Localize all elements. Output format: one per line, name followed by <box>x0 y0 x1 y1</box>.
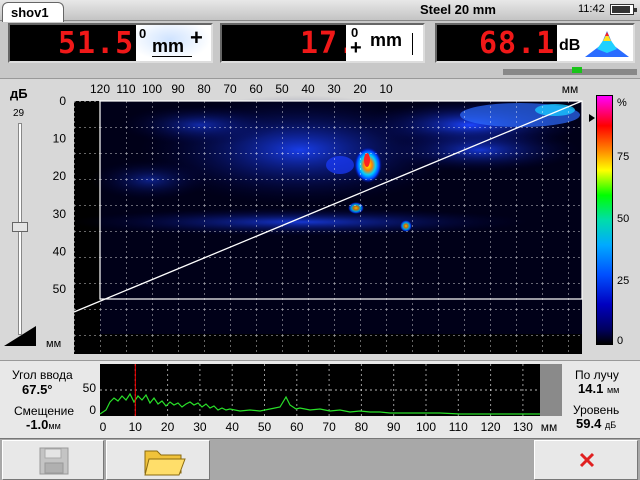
a-scan-x-labels: 0 10 20 30 40 50 60 70 80 90 100 110 120 130 мм <box>100 420 558 434</box>
close-button[interactable] <box>534 440 638 480</box>
scan-x-tick: 40 <box>301 82 315 96</box>
amplitude-peak-icon <box>585 31 629 57</box>
a-scan-x-tick: 0 <box>100 420 107 434</box>
a-scan-x-tick: 40 <box>226 420 240 434</box>
gain-marker <box>571 67 582 73</box>
gain-track <box>503 69 637 75</box>
readout-x[interactable]: 51.5 0 mm + <box>8 23 213 63</box>
scale-label-75: 75 <box>617 151 630 163</box>
battery-fill <box>612 6 630 13</box>
scan-y-tick: 40 <box>53 244 67 258</box>
scale-pointer <box>589 114 595 122</box>
a-scan-x-tick: 130 <box>513 420 533 434</box>
save-icon <box>39 447 69 475</box>
close-icon <box>579 452 595 468</box>
a-scan-x-tick: 30 <box>193 420 207 434</box>
b-scan-view[interactable]: 120 110 100 90 80 70 60 50 40 30 20 10 мм 0 10 20 30 40 5… <box>0 78 590 360</box>
x-icon-unit: mm <box>152 36 185 56</box>
a-scan-x-unit: мм <box>541 420 558 434</box>
scan-x-tick: 90 <box>171 82 185 96</box>
a-scan-x-tick: 100 <box>416 420 436 434</box>
beam-number: 14.1 <box>578 381 604 396</box>
a-scan-view[interactable]: 50 0 0 10 20 30 40 50 60 70 80 90 100 110 120 130 мм <box>70 360 570 438</box>
tab-shov1[interactable]: shov1 <box>2 2 64 22</box>
scan-x-tick: 110 <box>116 82 135 96</box>
beam-value: 14.1 мм <box>578 381 619 396</box>
beam-unit: мм <box>606 385 620 395</box>
scale-label-percent: % <box>617 97 627 109</box>
a-scan-x-tick: 50 <box>258 420 272 434</box>
scan-x-tick: 20 <box>353 82 367 96</box>
angle-label: Угол ввода <box>12 368 73 382</box>
depth-icon-unit: mm <box>370 30 403 50</box>
folder-icon <box>144 450 186 476</box>
depth-icon-sign: + <box>350 37 362 59</box>
scan-y-tick: 30 <box>53 207 67 221</box>
readout-depth[interactable]: 17.2 0 + mm <box>220 23 425 63</box>
scan-y-tick: 10 <box>53 132 67 146</box>
y-tick-labels: 0 10 20 30 40 50 <box>53 94 67 296</box>
a-scan-out-of-range <box>540 364 562 416</box>
x-distance-icon: 0 mm + <box>136 25 211 61</box>
angle-value: 67.5° <box>22 382 53 397</box>
scan-x-tick: 80 <box>197 82 211 96</box>
x-icon-arrow <box>152 56 192 57</box>
a-scan-x-tick: 90 <box>387 420 401 434</box>
x-tick-labels: 120 110 100 90 80 70 60 50 40 30 20 10 мм <box>90 82 578 96</box>
scale-label-0: 0 <box>617 335 624 347</box>
a-scan-y-0: 0 <box>89 403 96 417</box>
level-unit: дБ <box>604 420 617 430</box>
scan-x-tick: 100 <box>142 82 162 96</box>
level-label: Уровень <box>573 403 620 417</box>
a-scan-x-tick: 120 <box>481 420 501 434</box>
scan-x-unit: мм <box>562 82 579 96</box>
scan-y-tick: 20 <box>53 169 67 183</box>
window-title: Steel 20 mm <box>420 2 496 17</box>
readout-amplitude[interactable]: 68.1 dB <box>435 23 635 63</box>
scale-label-25: 25 <box>617 275 630 287</box>
amplitude-color-scale <box>596 95 613 345</box>
x-icon-sign: + <box>190 25 203 50</box>
scan-x-tick: 70 <box>223 82 237 96</box>
save-button[interactable] <box>2 440 104 480</box>
a-scan-x-tick: 10 <box>129 420 143 434</box>
beam-label: По лучу <box>575 368 619 382</box>
a-scan-x-tick: 80 <box>355 420 369 434</box>
open-button[interactable] <box>106 440 210 480</box>
x-icon-zero: 0 <box>139 26 147 41</box>
scan-x-tick: 60 <box>249 82 263 96</box>
depth-icon: 0 + mm <box>346 25 423 61</box>
clock: 11:42 <box>578 3 605 15</box>
offset-number: -1.0 <box>26 417 49 432</box>
battery-icon <box>610 4 637 15</box>
scan-y-tick: 50 <box>53 282 67 296</box>
a-scan-y-50: 50 <box>83 381 97 395</box>
readout-x-value: 51.5 <box>58 26 135 61</box>
a-scan-x-tick: 20 <box>161 420 175 434</box>
title-bar: shov1 Steel 20 mm 11:42 <box>0 0 640 22</box>
offset-unit: мм <box>48 421 61 431</box>
offset-value: -1.0мм <box>26 417 61 432</box>
scan-grid <box>74 101 582 354</box>
level-number: 59.4 <box>576 416 602 431</box>
tab-label: shov1 <box>11 5 49 20</box>
a-scan-x-tick: 110 <box>449 420 468 434</box>
a-scan-x-tick: 60 <box>290 420 304 434</box>
scan-y-tick: 0 <box>59 94 66 108</box>
scan-x-tick: 10 <box>379 82 393 96</box>
offset-label: Смещение <box>14 404 75 418</box>
scan-x-tick: 120 <box>90 82 110 96</box>
level-value: 59.4 дБ <box>576 416 616 431</box>
amplitude-icon-unit: dB <box>559 37 581 54</box>
a-scan-x-tick: 70 <box>322 420 336 434</box>
depth-icon-arrow <box>412 33 413 55</box>
scan-x-tick: 50 <box>275 82 289 96</box>
readout-amplitude-value: 68.1 <box>479 26 556 61</box>
amplitude-icon: dB <box>557 25 633 61</box>
scan-x-tick: 30 <box>327 82 341 96</box>
scale-label-50: 50 <box>617 213 630 225</box>
